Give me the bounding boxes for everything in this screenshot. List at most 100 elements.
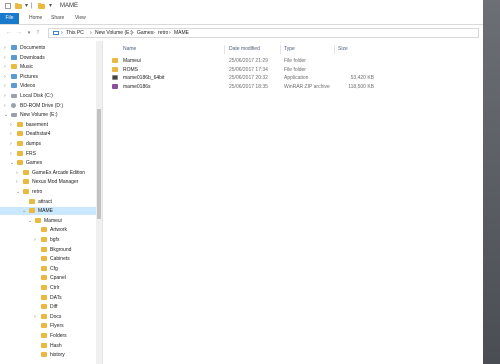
nav-item-cfg[interactable]: Cfg xyxy=(0,265,96,273)
nav-item-label: MAME xyxy=(38,208,53,215)
nav-item-label: Cpanel xyxy=(50,275,66,282)
file-row[interactable]: Mameui 25/06/2017 21:29 File folder xyxy=(103,57,463,65)
file-row[interactable]: mame0186b_64bit 25/06/2017 20:32 Applicati… xyxy=(103,74,463,82)
nav-scroll-thumb[interactable] xyxy=(97,109,101,219)
nav-item-attract[interactable]: attract xyxy=(0,198,96,206)
nav-item-folders[interactable]: Folders xyxy=(0,332,96,340)
nav-item-games[interactable]: ⌄ Games xyxy=(0,159,96,167)
nav-item-retro[interactable]: ⌄ retro xyxy=(0,188,96,196)
nav-item-dats[interactable]: DATs xyxy=(0,294,96,302)
column-header-type[interactable]: Type xyxy=(284,45,295,54)
nav-item-flyers[interactable]: Flyers xyxy=(0,322,96,330)
nav-item-artwork[interactable]: Artwork xyxy=(0,226,96,234)
drive-icon xyxy=(11,113,17,118)
nav-item-hash[interactable]: Hash xyxy=(0,342,96,350)
new-folder-icon[interactable] xyxy=(15,3,22,9)
nav-item-dumps[interactable]: › dumps xyxy=(0,140,96,148)
nav-item-videos[interactable]: › Videos xyxy=(0,82,96,90)
nav-item-cpanel[interactable]: Cpanel xyxy=(0,274,96,282)
nav-item-downloads[interactable]: › Downloads xyxy=(0,54,96,62)
expand-chevron-icon[interactable]: › xyxy=(4,102,6,110)
back-button[interactable]: ← xyxy=(5,29,13,37)
tab-home[interactable]: Home xyxy=(29,13,42,24)
expand-chevron-icon[interactable]: › xyxy=(4,92,6,100)
expand-chevron-icon[interactable]: › xyxy=(16,178,18,186)
file-row[interactable]: mame0186s 25/06/2017 18:35 WinRAR ZIP arch… xyxy=(103,83,463,91)
nav-item-diff[interactable]: Diff xyxy=(0,303,96,311)
nav-item-music[interactable]: › Music xyxy=(0,63,96,71)
nav-item-label: Documents xyxy=(20,45,46,51)
column-separator[interactable] xyxy=(334,45,335,54)
nav-item-deathstar4[interactable]: › Deathstar4 xyxy=(0,130,96,138)
collapse-chevron-icon[interactable]: ⌄ xyxy=(22,207,26,215)
expand-chevron-icon[interactable]: › xyxy=(34,236,36,244)
expand-chevron-icon[interactable]: › xyxy=(4,63,6,71)
breadcrumb-retro[interactable]: retro xyxy=(158,30,168,37)
nav-item-mameui[interactable]: ⌄ Mameui xyxy=(0,217,96,225)
collapse-chevron-icon[interactable]: ⌄ xyxy=(28,217,32,225)
tab-file[interactable]: File xyxy=(0,13,19,24)
nav-item-cabinets[interactable]: Cabinets xyxy=(0,255,96,263)
qa-dropdown-icon[interactable]: ▾ xyxy=(25,3,28,10)
address-bar[interactable]: › This PC › New Volume (E:) › Games › re… xyxy=(48,28,479,38)
nav-item-gameex-arcade-edition[interactable]: › GameEx Arcade Edition xyxy=(0,169,96,177)
nav-item-label: Bkground xyxy=(50,246,72,253)
breadcrumb-new-volume[interactable]: New Volume (E:) xyxy=(95,30,133,37)
nav-item-label: Games xyxy=(26,160,43,167)
archive-icon xyxy=(112,83,118,89)
column-separator[interactable] xyxy=(280,45,281,54)
nav-item-bgfx[interactable]: › bgfx xyxy=(0,236,96,244)
file-type: WinRAR ZIP archive xyxy=(284,83,330,90)
expand-chevron-icon[interactable]: › xyxy=(16,169,18,177)
nav-item-pictures[interactable]: › Pictures xyxy=(0,73,96,81)
folder-icon xyxy=(17,150,23,156)
collapse-chevron-icon[interactable]: ⌄ xyxy=(10,159,14,167)
navigation-pane[interactable]: › Documents › Downloads › Music › Pictures › Vide… xyxy=(0,41,102,364)
forward-button[interactable]: → xyxy=(15,29,23,37)
column-separator[interactable] xyxy=(224,45,225,54)
file-row[interactable]: ROMS 25/06/2017 17:34 File folder xyxy=(103,66,463,74)
nav-item-label: Docs xyxy=(50,313,62,320)
nav-item-history[interactable]: history xyxy=(0,351,96,359)
expand-chevron-icon[interactable]: › xyxy=(4,82,6,90)
expand-chevron-icon[interactable]: › xyxy=(4,44,6,52)
folder-icon xyxy=(23,189,29,194)
nav-item-ctrlr[interactable]: Ctrlr xyxy=(0,284,96,292)
nav-item-bd-rom-drive-d[interactable]: › BD-ROM Drive (D:) xyxy=(0,102,96,110)
folder-blue-icon xyxy=(11,83,17,89)
expand-chevron-icon[interactable]: › xyxy=(10,150,12,158)
nav-item-nexus-mod-manager[interactable]: › Nexus Mod Manager xyxy=(0,178,96,186)
file-list[interactable]: Name Date modified Type Size Mameui 25/06… xyxy=(103,41,483,364)
expand-chevron-icon[interactable]: › xyxy=(4,54,6,62)
recent-locations-button[interactable]: ▾ xyxy=(25,29,33,37)
music-icon xyxy=(11,64,17,70)
file-date-modified: 25/06/2017 18:35 xyxy=(229,83,268,90)
tab-share[interactable]: Share xyxy=(51,13,64,24)
expand-chevron-icon[interactable]: › xyxy=(34,313,36,321)
nav-item-frs[interactable]: › FRS xyxy=(0,150,96,158)
expand-chevron-icon[interactable]: › xyxy=(4,73,6,81)
nav-item-local-disk-c[interactable]: › Local Disk (C:) xyxy=(0,92,96,100)
collapse-chevron-icon[interactable]: ⌄ xyxy=(4,111,8,119)
column-header-date[interactable]: Date modified xyxy=(229,45,260,54)
column-header-name[interactable]: Name xyxy=(123,45,136,54)
tab-view[interactable]: View xyxy=(75,13,86,24)
breadcrumb-games[interactable]: Games xyxy=(137,30,153,37)
folder-icon xyxy=(41,246,47,252)
column-header-size[interactable]: Size xyxy=(338,45,348,54)
expand-chevron-icon[interactable]: › xyxy=(10,140,12,148)
nav-item-basement[interactable]: › basement xyxy=(0,121,96,129)
properties-icon[interactable] xyxy=(5,3,11,9)
nav-item-new-volume-e[interactable]: ⌄ New Volume (E:) xyxy=(0,111,96,119)
breadcrumb-mame[interactable]: MAME xyxy=(174,30,189,37)
nav-item-docs[interactable]: › Docs xyxy=(0,313,96,321)
expand-chevron-icon[interactable]: › xyxy=(10,130,12,138)
breadcrumb-this-pc[interactable]: This PC xyxy=(66,30,84,37)
folder-icon xyxy=(112,66,118,72)
nav-item-documents[interactable]: › Documents xyxy=(0,44,96,52)
collapse-chevron-icon[interactable]: ⌄ xyxy=(16,188,20,196)
expand-chevron-icon[interactable]: › xyxy=(10,121,12,129)
up-button[interactable]: ↑ xyxy=(34,29,42,37)
nav-item-bkground[interactable]: Bkground xyxy=(0,246,96,254)
nav-item-mame[interactable]: ⌄ MAME xyxy=(0,207,96,216)
